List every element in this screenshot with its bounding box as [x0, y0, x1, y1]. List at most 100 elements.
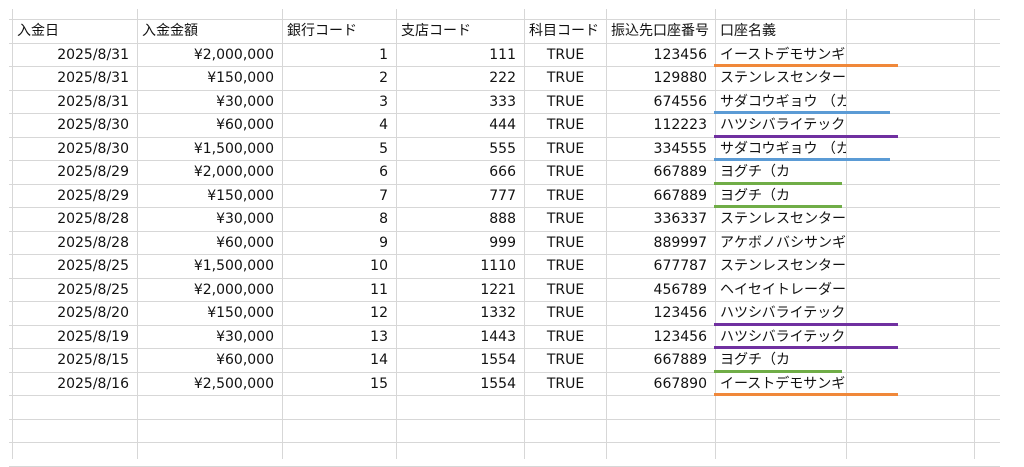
cell-bank-code[interactable]: 9	[283, 232, 396, 254]
cell-account-number[interactable]: 123456	[607, 302, 715, 324]
header-deposit-amount[interactable]: 入金金額	[138, 20, 282, 42]
cell-deposit-date[interactable]: 2025/8/15	[13, 349, 137, 371]
cell-bank-code[interactable]: 6	[283, 161, 396, 183]
cell-account-type-code[interactable]: TRUE	[525, 67, 606, 89]
cell-account-type-code[interactable]: TRUE	[525, 91, 606, 113]
cell-deposit-date[interactable]: 2025/8/25	[13, 279, 137, 301]
cell-bank-code[interactable]: 13	[283, 326, 396, 348]
cell-account-holder[interactable]: イーストデモサンギョウ（カ	[716, 373, 846, 395]
cell-account-holder[interactable]: ハツシバライテック（カ	[716, 302, 846, 324]
cell-deposit-date[interactable]: 2025/8/29	[13, 161, 137, 183]
cell-account-number[interactable]: 667889	[607, 349, 715, 371]
cell-deposit-amount[interactable]: ¥60,000	[138, 232, 282, 254]
cell-branch-code[interactable]: 888	[397, 208, 524, 230]
cell-deposit-amount[interactable]: ¥30,000	[138, 208, 282, 230]
cell-deposit-date[interactable]: 2025/8/20	[13, 302, 137, 324]
cell-account-holder[interactable]: アケボノバシサンギョウ（カ	[716, 232, 846, 254]
cell-bank-code[interactable]: 2	[283, 67, 396, 89]
cell-branch-code[interactable]: 555	[397, 138, 524, 160]
cell-account-holder[interactable]: ハツシバライテック（カ	[716, 114, 846, 136]
cell-account-number[interactable]: 123456	[607, 44, 715, 66]
cell-deposit-date[interactable]: 2025/8/28	[13, 208, 137, 230]
cell-account-holder[interactable]: サダコウギョウ （カ	[716, 138, 846, 160]
cell-account-number[interactable]: 123456	[607, 326, 715, 348]
cell-account-holder[interactable]: ヨグチ（カ	[716, 161, 846, 183]
cell-deposit-amount[interactable]: ¥1,500,000	[138, 138, 282, 160]
cell-deposit-amount[interactable]: ¥30,000	[138, 91, 282, 113]
cell-deposit-date[interactable]: 2025/8/19	[13, 326, 137, 348]
cell-bank-code[interactable]: 5	[283, 138, 396, 160]
cell-account-type-code[interactable]: TRUE	[525, 302, 606, 324]
cell-account-holder[interactable]: ヘイセイトレーダー（カ	[716, 279, 846, 301]
cell-account-number[interactable]: 677787	[607, 255, 715, 277]
cell-account-holder[interactable]: ステンレスセンター （カ	[716, 208, 846, 230]
cell-account-number[interactable]: 336337	[607, 208, 715, 230]
cell-bank-code[interactable]: 7	[283, 185, 396, 207]
cell-account-number[interactable]: 129880	[607, 67, 715, 89]
cell-deposit-amount[interactable]: ¥2,000,000	[138, 44, 282, 66]
cell-branch-code[interactable]: 444	[397, 114, 524, 136]
cell-deposit-date[interactable]: 2025/8/25	[13, 255, 137, 277]
cell-deposit-amount[interactable]: ¥60,000	[138, 349, 282, 371]
cell-deposit-amount[interactable]: ¥2,500,000	[138, 373, 282, 395]
cell-branch-code[interactable]: 333	[397, 91, 524, 113]
cell-deposit-amount[interactable]: ¥150,000	[138, 185, 282, 207]
header-account-type-code[interactable]: 科目コード	[525, 20, 606, 42]
cell-deposit-amount[interactable]: ¥30,000	[138, 326, 282, 348]
cell-branch-code[interactable]: 1110	[397, 255, 524, 277]
cell-account-holder[interactable]: ハツシバライテック（カ	[716, 326, 846, 348]
cell-account-number[interactable]: 456789	[607, 279, 715, 301]
cell-branch-code[interactable]: 1332	[397, 302, 524, 324]
cell-account-holder[interactable]: ヨグチ（カ	[716, 185, 846, 207]
cell-branch-code[interactable]: 999	[397, 232, 524, 254]
cell-branch-code[interactable]: 111	[397, 44, 524, 66]
cell-bank-code[interactable]: 8	[283, 208, 396, 230]
cell-bank-code[interactable]: 15	[283, 373, 396, 395]
header-branch-code[interactable]: 支店コード	[397, 20, 524, 42]
cell-account-type-code[interactable]: TRUE	[525, 279, 606, 301]
cell-account-type-code[interactable]: TRUE	[525, 44, 606, 66]
header-deposit-date[interactable]: 入金日	[13, 20, 137, 42]
cell-account-number[interactable]: 674556	[607, 91, 715, 113]
cell-deposit-date[interactable]: 2025/8/31	[13, 91, 137, 113]
cell-branch-code[interactable]: 1443	[397, 326, 524, 348]
cell-account-number[interactable]: 667889	[607, 161, 715, 183]
cell-account-number[interactable]: 667890	[607, 373, 715, 395]
cell-branch-code[interactable]: 1554	[397, 349, 524, 371]
cell-branch-code[interactable]: 1221	[397, 279, 524, 301]
cell-bank-code[interactable]: 11	[283, 279, 396, 301]
cell-bank-code[interactable]: 12	[283, 302, 396, 324]
cell-deposit-amount[interactable]: ¥2,000,000	[138, 161, 282, 183]
cell-account-type-code[interactable]: TRUE	[525, 138, 606, 160]
cell-branch-code[interactable]: 222	[397, 67, 524, 89]
cell-deposit-amount[interactable]: ¥2,000,000	[138, 279, 282, 301]
cell-bank-code[interactable]: 3	[283, 91, 396, 113]
spreadsheet-grid[interactable]: 入金日 入金金額 銀行コード 支店コード 科目コード 振込先口座番号 口座名義 2025/8/…	[0, 0, 1024, 467]
header-account-holder[interactable]: 口座名義	[716, 20, 846, 42]
cell-deposit-date[interactable]: 2025/8/30	[13, 138, 137, 160]
cell-account-number[interactable]: 334555	[607, 138, 715, 160]
cell-account-type-code[interactable]: TRUE	[525, 349, 606, 371]
cell-account-type-code[interactable]: TRUE	[525, 114, 606, 136]
cell-account-number[interactable]: 889997	[607, 232, 715, 254]
cell-deposit-amount[interactable]: ¥150,000	[138, 302, 282, 324]
cell-branch-code[interactable]: 1554	[397, 373, 524, 395]
header-bank-code[interactable]: 銀行コード	[283, 20, 396, 42]
cell-account-type-code[interactable]: TRUE	[525, 161, 606, 183]
cell-account-holder[interactable]: サダコウギョウ （カ	[716, 91, 846, 113]
cell-account-holder[interactable]: ヨグチ（カ	[716, 349, 846, 371]
cell-bank-code[interactable]: 10	[283, 255, 396, 277]
cell-branch-code[interactable]: 666	[397, 161, 524, 183]
cell-deposit-date[interactable]: 2025/8/31	[13, 44, 137, 66]
cell-account-holder[interactable]: ステンレスセンター （カ	[716, 255, 846, 277]
cell-branch-code[interactable]: 777	[397, 185, 524, 207]
cell-bank-code[interactable]: 14	[283, 349, 396, 371]
cell-deposit-date[interactable]: 2025/8/28	[13, 232, 137, 254]
cell-account-type-code[interactable]: TRUE	[525, 232, 606, 254]
cell-deposit-amount[interactable]: ¥60,000	[138, 114, 282, 136]
cell-account-number[interactable]: 667889	[607, 185, 715, 207]
cell-deposit-date[interactable]: 2025/8/30	[13, 114, 137, 136]
cell-deposit-date[interactable]: 2025/8/29	[13, 185, 137, 207]
cell-account-type-code[interactable]: TRUE	[525, 255, 606, 277]
cell-deposit-amount[interactable]: ¥1,500,000	[138, 255, 282, 277]
